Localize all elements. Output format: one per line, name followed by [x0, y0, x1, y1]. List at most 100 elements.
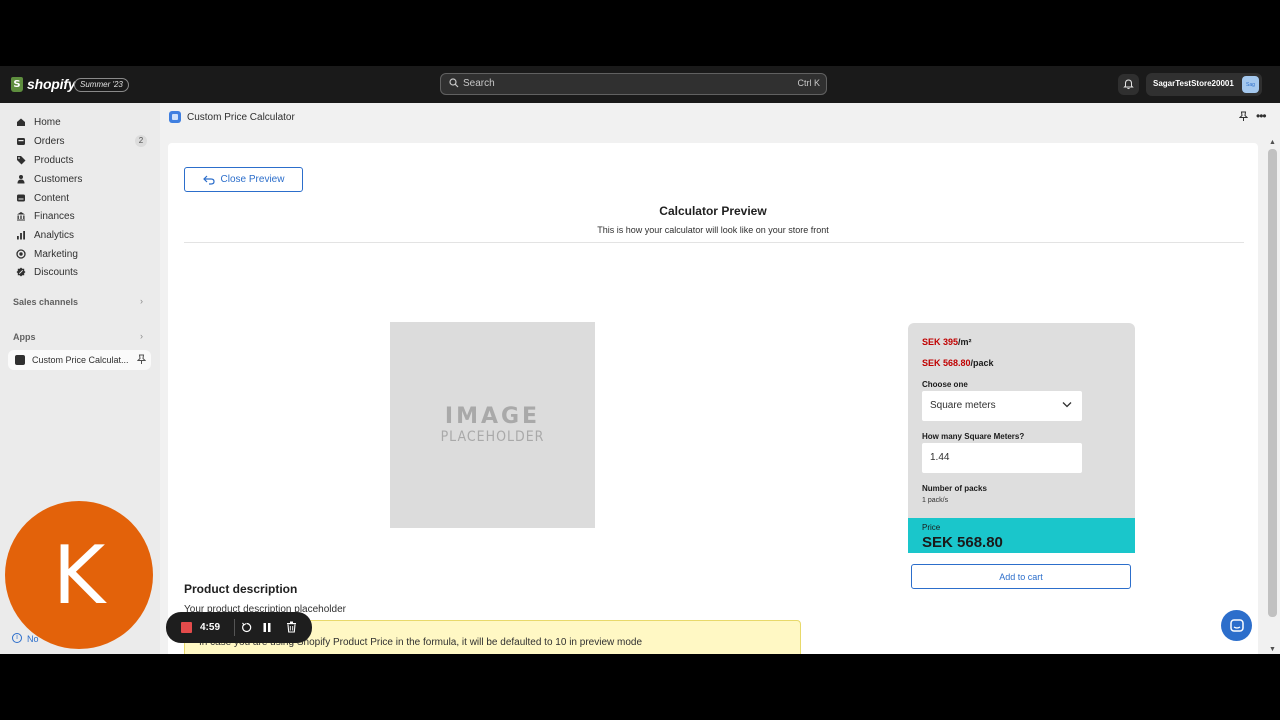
price-per-pack: SEK 568.80/pack — [922, 358, 994, 368]
sidebar-item-label: Analytics — [34, 229, 75, 241]
sidebar-item-label: Home — [34, 116, 61, 128]
trash-icon[interactable] — [284, 620, 298, 634]
store-name: SagarTestStore20001 — [1153, 79, 1234, 88]
stop-recording-icon[interactable] — [181, 622, 192, 633]
image-placeholder-line1: IMAGE — [444, 404, 541, 429]
restart-icon[interactable] — [239, 620, 253, 634]
sidebar-item-content[interactable]: Content — [8, 189, 151, 207]
unit-select-value: Square meters — [930, 400, 996, 411]
search-icon — [449, 78, 459, 88]
chevron-right-icon[interactable]: › — [140, 331, 143, 341]
pin-icon[interactable] — [137, 354, 146, 365]
app-frame: S shopify Summer '23 Search Ctrl K Sagar… — [0, 66, 1280, 654]
tag-icon — [14, 153, 28, 167]
quantity-input[interactable]: 1.44 — [922, 443, 1082, 473]
price-total-box: Price SEK 568.80 — [908, 518, 1135, 553]
scroll-up-icon[interactable]: ▲ — [1269, 139, 1276, 146]
sidebar-item-label: Products — [34, 154, 74, 166]
price-per-unit-unit: /m² — [958, 337, 972, 347]
chevron-down-icon — [1062, 402, 1072, 408]
person-icon — [14, 172, 28, 186]
chat-button[interactable] — [1221, 610, 1252, 641]
search-shortcut: Ctrl K — [797, 78, 821, 88]
sidebar-item-label: Content — [34, 192, 70, 204]
sidebar-item-label: Customers — [34, 173, 83, 185]
target-icon — [14, 247, 28, 261]
sidebar-item-discounts[interactable]: Discounts — [8, 263, 151, 281]
price-per-unit: SEK 395/m² — [922, 337, 972, 347]
pin-icon[interactable] — [1239, 111, 1248, 122]
sidebar-item-orders[interactable]: Orders 2 — [8, 132, 151, 150]
undo-arrow-icon — [202, 175, 215, 185]
close-preview-button[interactable]: Close Preview — [184, 167, 303, 192]
sales-channels-heading[interactable]: Sales channels — [13, 297, 78, 307]
price-per-pack-amount: SEK 568.80 — [922, 358, 971, 368]
sidebar-item-customers[interactable]: Customers — [8, 170, 151, 188]
brand-name: shopify — [27, 76, 76, 92]
add-to-cart-button[interactable]: Add to cart — [911, 564, 1131, 589]
presenter-avatar: K — [5, 501, 153, 649]
preview-subtitle: This is how your calculator will look li… — [597, 225, 829, 235]
pause-icon[interactable] — [260, 620, 274, 634]
sidebar-item-label: Discounts — [34, 266, 78, 278]
info-icon: i — [12, 633, 22, 643]
sidebar-item-label: Orders — [34, 135, 65, 147]
choose-label: Choose one — [922, 380, 968, 389]
quantity-value: 1.44 — [930, 452, 950, 463]
scroll-down-icon[interactable]: ▼ — [1269, 646, 1276, 653]
top-bar: S shopify Summer '23 Search Ctrl K Sagar… — [0, 66, 1280, 103]
scrollbar-thumb[interactable] — [1268, 149, 1277, 617]
shopify-logo[interactable]: S shopify — [11, 76, 76, 92]
discount-icon — [14, 265, 28, 279]
price-total-label: Price — [922, 523, 941, 532]
divider — [184, 242, 1244, 243]
sidebar-item-label: Finances — [34, 210, 75, 222]
chevron-right-icon[interactable]: › — [140, 296, 143, 306]
search-input[interactable]: Search Ctrl K — [440, 73, 827, 95]
store-menu-button[interactable]: SagarTestStore20001 Sag — [1146, 73, 1262, 96]
sidebar-item-label: Marketing — [34, 248, 78, 260]
sidebar-item-marketing[interactable]: Marketing — [8, 245, 151, 263]
shopify-bag-icon: S — [11, 76, 23, 92]
scrollbar[interactable]: ▲ ▼ — [1266, 138, 1280, 654]
home-icon — [14, 115, 28, 129]
app-item-label: Custom Price Calculat... — [32, 355, 129, 365]
packs-value: 1 pack/s — [922, 497, 949, 504]
price-total-value: SEK 568.80 — [922, 534, 1003, 551]
price-per-pack-unit: /pack — [970, 358, 994, 368]
preview-title: Calculator Preview — [659, 204, 767, 218]
sidebar-item-products[interactable]: Products — [8, 151, 151, 169]
more-actions-icon[interactable]: ••• — [1256, 109, 1267, 123]
sidebar-item-finances[interactable]: Finances — [8, 207, 151, 225]
recording-toolbar: 4:59 — [166, 612, 312, 643]
sidebar-item-home[interactable]: Home — [8, 113, 151, 131]
bell-icon — [1123, 79, 1134, 90]
unit-select[interactable]: Square meters — [922, 391, 1082, 421]
image-placeholder: IMAGE PLACEHOLDER — [390, 322, 595, 528]
notifications-button[interactable] — [1118, 74, 1139, 95]
chat-icon — [1229, 618, 1244, 632]
app-icon — [15, 355, 25, 365]
preview-card: Close Preview Calculator Preview This is… — [168, 143, 1258, 654]
apps-heading[interactable]: Apps — [13, 332, 36, 342]
app-logo-icon — [169, 111, 181, 123]
page-header: Custom Price Calculator ••• — [160, 103, 1280, 131]
edition-badge: Summer '23 — [74, 78, 129, 92]
quantity-label: How many Square Meters? — [922, 432, 1025, 441]
sidebar-item-analytics[interactable]: Analytics — [8, 226, 151, 244]
sidebar-item-custom-price-calculator[interactable]: Custom Price Calculat... — [8, 350, 151, 370]
description-title: Product description — [184, 582, 298, 596]
page-title: Custom Price Calculator — [187, 112, 295, 123]
close-preview-label: Close Preview — [220, 174, 285, 185]
orders-count-badge: 2 — [135, 135, 147, 147]
bar-chart-icon — [14, 228, 28, 242]
orders-icon — [14, 134, 28, 148]
packs-label: Number of packs — [922, 484, 987, 493]
divider — [234, 619, 235, 636]
price-calculator-widget: SEK 395/m² SEK 568.80/pack Choose one Sq… — [908, 323, 1135, 553]
recording-timer: 4:59 — [200, 622, 221, 633]
content-icon — [14, 191, 28, 205]
price-per-unit-amount: SEK 395 — [922, 337, 959, 347]
image-placeholder-line2: PLACEHOLDER — [440, 429, 545, 445]
bank-icon — [14, 209, 28, 223]
